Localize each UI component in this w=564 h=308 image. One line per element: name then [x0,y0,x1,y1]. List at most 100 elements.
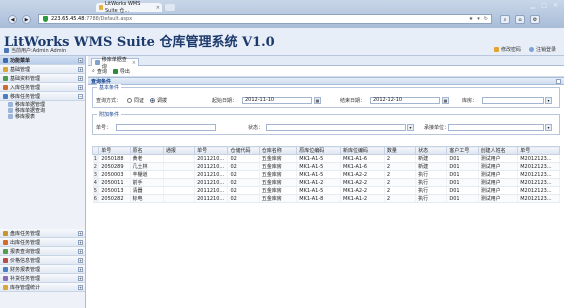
expand-icon[interactable]: + [78,84,83,90]
sidebar-item-inbound[interactable]: 入库任务管理 + [0,83,85,92]
key-icon [493,47,499,52]
sidebar-item-price[interactable]: 价格信息管理 + [0,256,85,265]
home-icon[interactable]: ⌂ [515,15,525,24]
sidebar-item-basedata[interactable]: 基础资料管理 + [0,74,85,83]
calendar-icon[interactable]: ▦ [442,96,449,104]
column-header[interactable]: 数量 [383,146,417,155]
radio-other[interactable] [150,97,156,103]
table-cell: MK1-A1-2 [296,178,342,187]
end-date-field[interactable]: 2012-12-10 [370,96,440,104]
expand-icon[interactable]: + [78,248,83,254]
sidebar-item-replenish[interactable]: 补货任务管理 + [0,274,85,283]
expand-icon[interactable]: + [78,284,83,290]
column-header[interactable]: 通报 [162,146,196,155]
collapse-icon[interactable]: « [78,57,83,63]
table-cell: 2050003 [98,170,131,179]
collapse-icon[interactable]: − [78,93,83,99]
table-cell: 02 [227,154,260,163]
close-tab-icon[interactable]: × [156,5,160,11]
column-header[interactable]: 仓储代码 [227,146,260,155]
maximize-icon[interactable]: □ [541,2,547,9]
sidebar-item-outbound[interactable]: 出库任务管理 + [0,238,85,247]
table-cell [163,162,196,171]
sidebar-item-label: 补货任务管理 [10,275,41,282]
table-cell: 02 [227,162,260,171]
column-header[interactable]: 创建人姓名 [477,146,519,155]
basic-conditions: 基本条件 查询方式： 同证 调拨 起始日期： 2012-11-10 ▦ 结束日期… [92,84,560,108]
calendar-icon[interactable]: ▦ [314,96,321,104]
table-cell: 2011210... [194,162,229,171]
radio-same[interactable] [127,97,133,103]
bookmark-star-icon[interactable]: ★ [469,16,473,22]
table-cell: MK1-A1-5 [296,154,342,163]
table-row[interactable]: 5 2050013 清器 2011210... 02 五金库房 MK1-A1-5 MK1-A2… [92,186,560,195]
table-cell: 2011210... [194,194,229,203]
reload-icon[interactable]: ↻ [484,16,488,22]
change-password-link[interactable]: 修改密码 [493,46,521,53]
expand-icon[interactable]: + [78,230,83,236]
new-tab-button[interactable] [165,4,175,11]
column-header[interactable]: 原名 [129,146,164,155]
expand-icon[interactable]: + [78,257,83,263]
column-header[interactable]: 仓库名称 [258,146,298,155]
sidebar-item-stocktake[interactable]: 盘库任务管理 + [0,229,85,238]
supplier-select[interactable] [448,123,544,131]
settings-icon[interactable]: ⚙ [530,15,540,24]
tab-transfer-query[interactable]: 移库单据查询 × [91,57,139,70]
folder-icon [3,275,8,281]
back-button[interactable]: ◀ [8,15,17,24]
sidebar-item-inventory[interactable]: 库存管理统计 + [0,283,85,292]
browser-chrome: LitWorks WMS Suite 仓... × ▁ □ ✕ ◀ ▶ 223.… [0,0,564,28]
expand-icon[interactable]: + [78,239,83,245]
expand-icon[interactable]: + [78,275,83,281]
warehouse-select[interactable] [482,96,544,104]
start-date-field[interactable]: 2012-11-10 [242,96,312,104]
chevron-down-icon[interactable]: ▾ [545,123,552,131]
minimize-icon[interactable]: ▁ [531,2,536,9]
forward-button[interactable]: ▶ [22,15,31,24]
doc-no-input[interactable] [116,123,216,131]
column-header[interactable]: 客户工号 [446,146,479,155]
search-icon[interactable]: ⌕ [500,15,510,24]
expand-icon[interactable]: + [78,66,83,72]
table-cell: 2050289 [98,162,131,171]
folder-icon [3,230,8,236]
table-cell: M2012123... [517,194,560,203]
table-cell: 2050282 [98,194,131,203]
table-cell [163,186,196,195]
folder-icon [3,266,8,272]
status-select[interactable] [266,123,406,131]
column-header[interactable]: 单号 [98,146,131,155]
table-row[interactable]: 2 2050289 几土林 2011210... 02 五金库房 MK1-A1-5 MK1-A… [92,162,560,171]
radio-other-label: 调拨 [157,97,168,104]
table-row[interactable]: 1 2050188 黄老 2011210... 02 五金库房 MK1-A1-5 MK1-A1… [92,154,560,163]
column-header[interactable]: 状态 [415,146,448,155]
table-cell: 黄老 [130,154,164,163]
sidebar-item-basic[interactable]: 基础管理 + [0,65,85,74]
chevron-down-icon[interactable]: ▾ [407,123,414,131]
column-header[interactable]: 原库位编码 [296,146,342,155]
column-header[interactable]: 新库位编码 [340,146,385,155]
sidebar-item-reports[interactable]: 报表查询管理 + [0,247,85,256]
table-row[interactable]: 6 2050282 标电 2011210... 02 五金库房 MK1-A1-8 MK1-A1… [92,194,560,203]
dropdown-icon[interactable]: ▾ [477,16,480,22]
table-row[interactable]: 4 2050011 前手 2011210... 02 五金库房 MK1-A1-2 MK1-A2… [92,178,560,187]
panel-collapse-icon[interactable] [556,78,561,84]
address-bar[interactable]: 223.65.45.48:7788/Default.aspx ★ ▾ ↻ [38,14,492,24]
table-cell: 五金库房 [259,170,298,179]
expand-icon[interactable]: + [78,266,83,272]
column-header[interactable]: 单号 [517,146,560,155]
close-icon[interactable]: × [132,60,136,66]
table-cell: 测试用户 [478,194,519,203]
browser-tab[interactable]: LitWorks WMS Suite 仓... × [96,1,162,14]
sidebar-item-menu[interactable]: 功能菜单 « [0,56,85,65]
table-cell: M2012123... [517,154,560,163]
table-row[interactable]: 3 2050003 丰棚道 2011210... 02 五金库房 MK1-A1-5 MK1-A… [92,170,560,179]
column-header[interactable]: 单号 [194,146,229,155]
sidebar-item-finance[interactable]: 财务报表管理 + [0,265,85,274]
expand-icon[interactable]: + [78,75,83,81]
chevron-down-icon[interactable]: ▾ [545,96,552,104]
table-cell: 五金库房 [259,178,298,187]
logout-link[interactable]: 注销登录 [528,46,556,53]
close-window-icon[interactable]: ✕ [553,2,558,9]
